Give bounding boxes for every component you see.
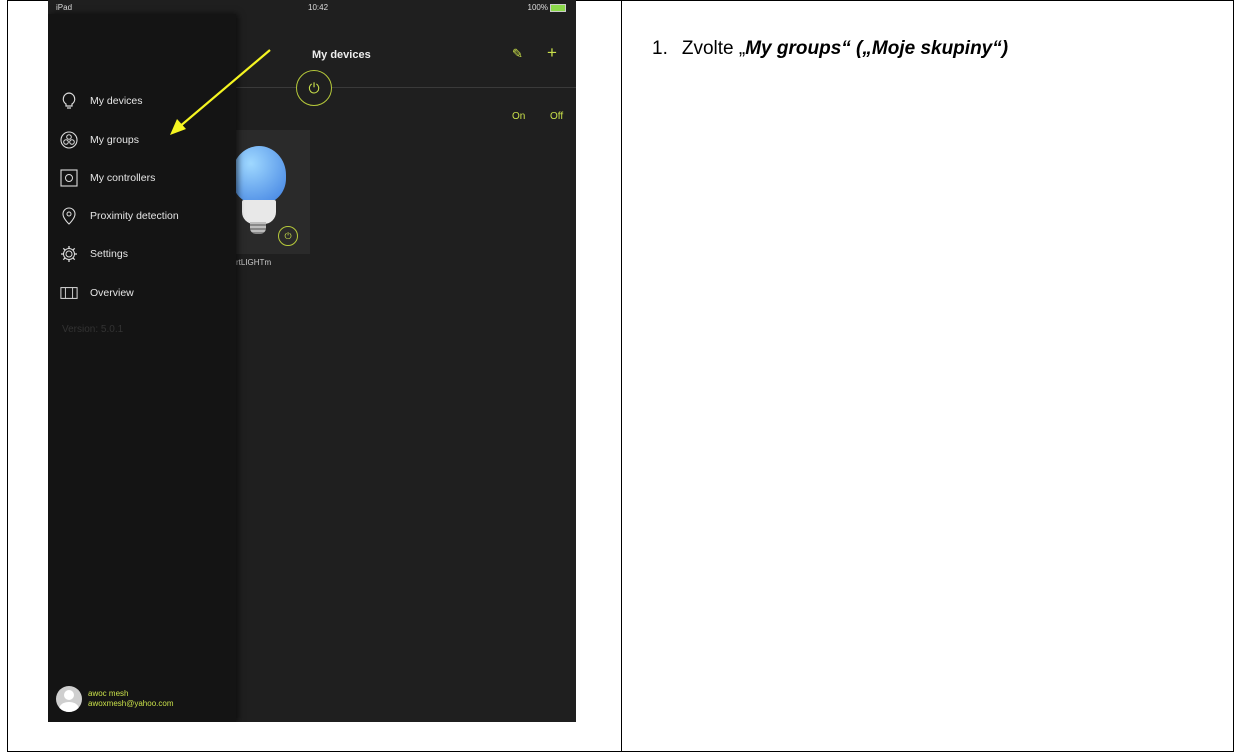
instruction-highlight: My groups“ („Moje skupiny“)	[745, 38, 1009, 59]
table-cell-divider	[621, 0, 622, 752]
ipad-screenshot: iPad 10:42 100% My devices ✎ + ⏻ On Off …	[48, 0, 576, 722]
yellow-arrow-annotation	[170, 49, 271, 135]
list-number: 1.	[652, 38, 668, 59]
instruction-text: 1. Zvolte „My groups“ („Moje skupiny“)	[652, 38, 1008, 60]
instruction-prefix: Zvolte „	[681, 38, 746, 59]
